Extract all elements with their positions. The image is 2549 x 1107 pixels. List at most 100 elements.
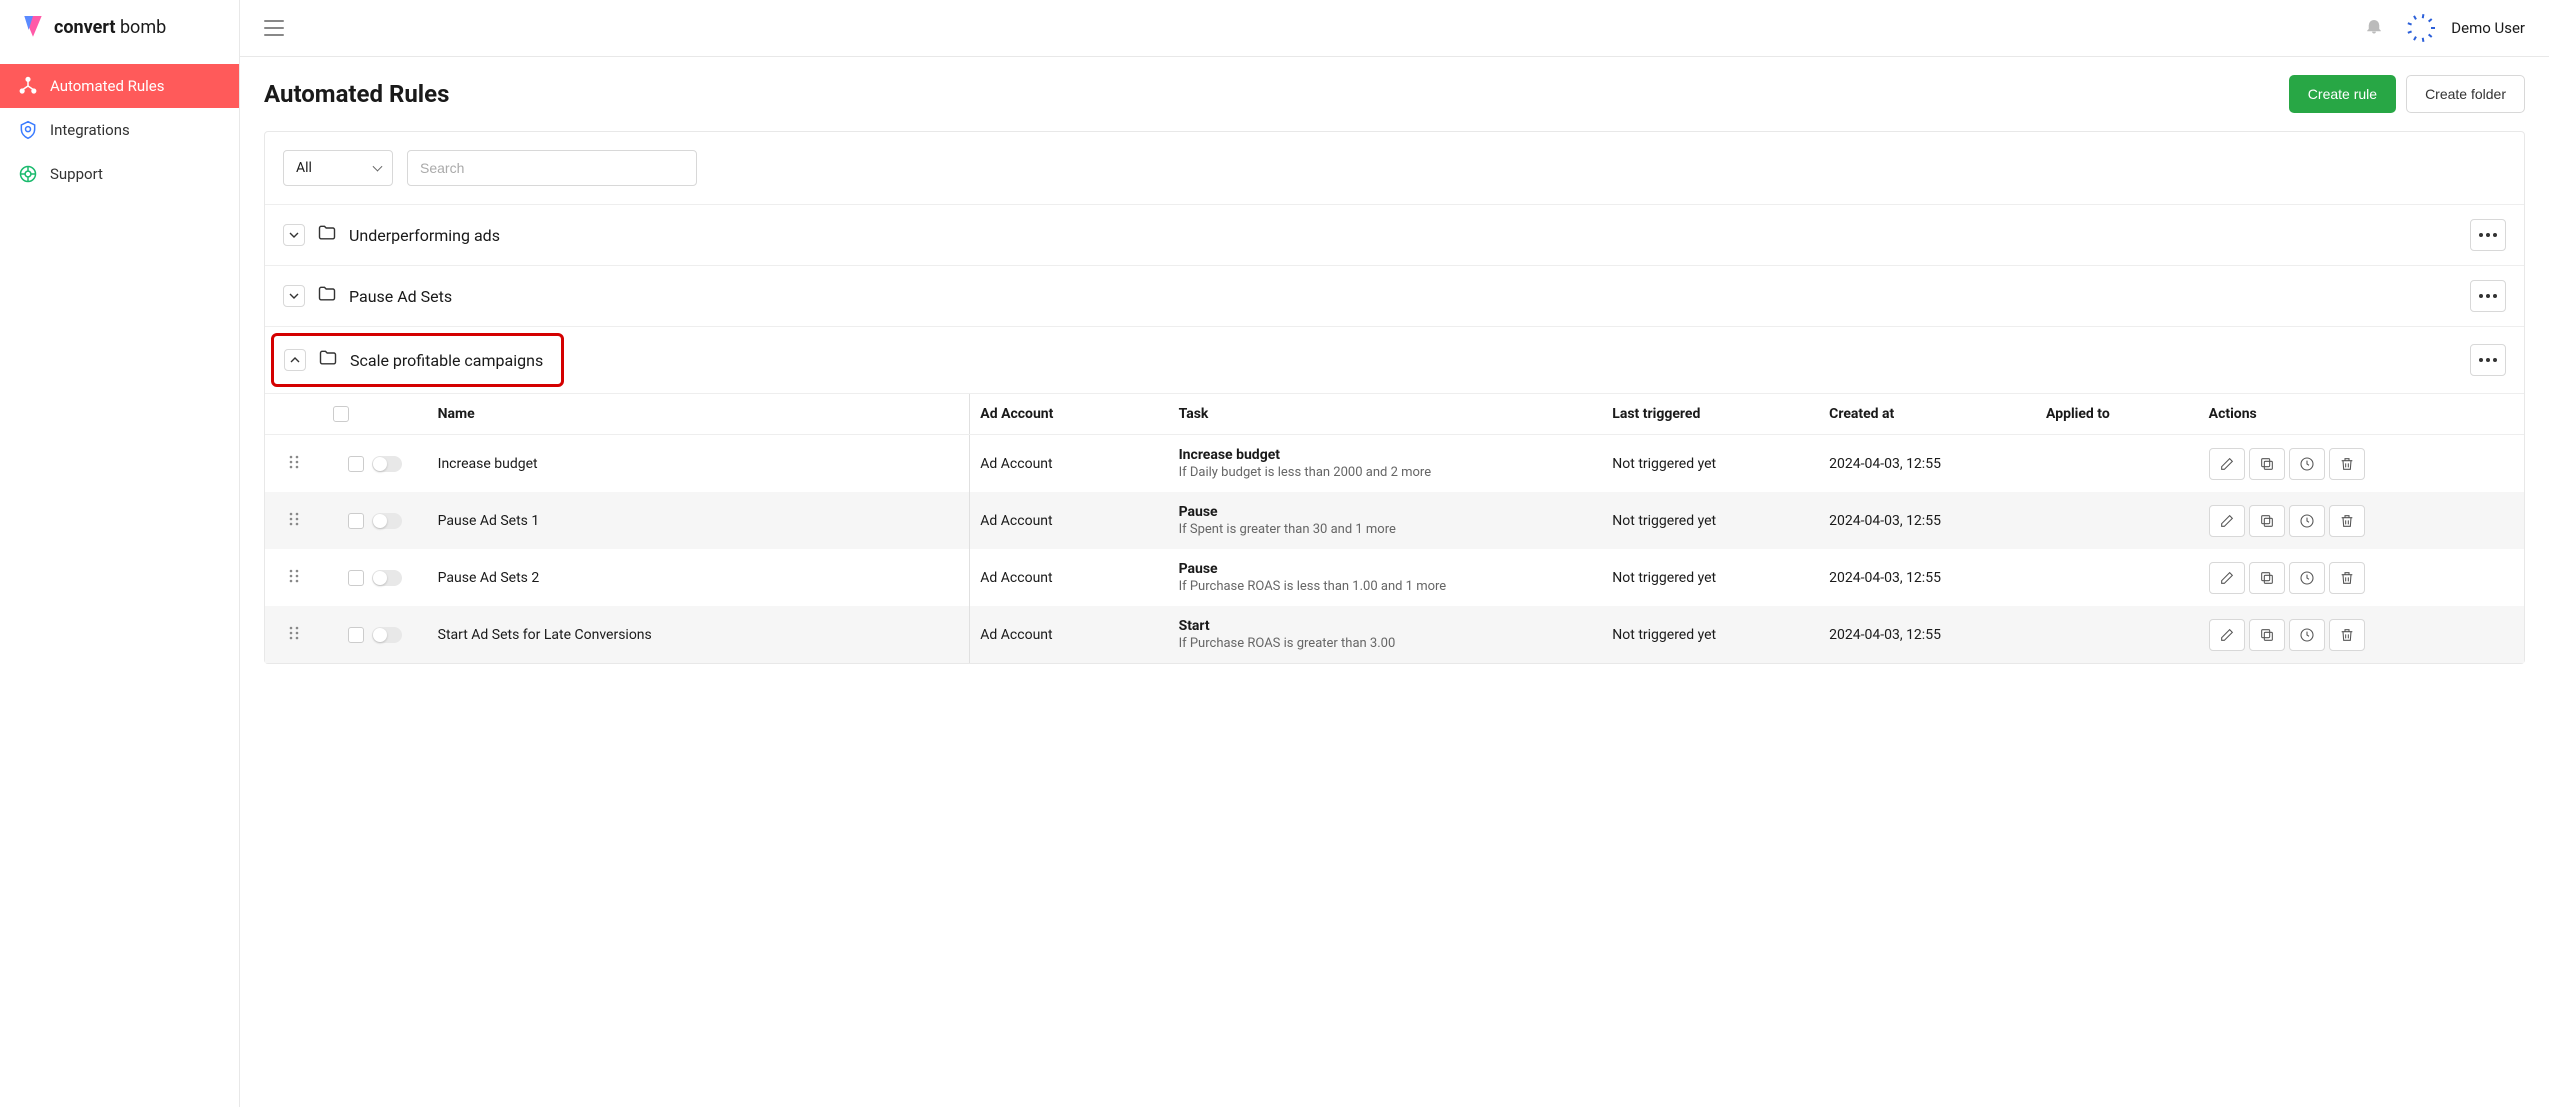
sidebar-item-label: Support [50, 165, 103, 183]
drag-handle-icon[interactable] [265, 549, 323, 606]
folder-icon [317, 223, 337, 247]
delete-button[interactable] [2329, 448, 2365, 480]
copy-icon [2259, 456, 2275, 472]
edit-button[interactable] [2209, 448, 2245, 480]
pencil-icon [2219, 513, 2235, 529]
schedule-button[interactable] [2289, 619, 2325, 651]
duplicate-button[interactable] [2249, 448, 2285, 480]
folder-name[interactable]: Scale profitable campaigns [350, 351, 543, 370]
sidebar-item-label: Automated Rules [50, 77, 165, 95]
filter-select-value: All [283, 150, 393, 186]
row-checkbox[interactable] [348, 570, 364, 586]
trash-icon [2339, 513, 2355, 529]
task-title: Pause [1179, 504, 1593, 520]
expand-toggle[interactable] [283, 224, 305, 246]
col-last-triggered: Last triggered [1602, 394, 1819, 435]
rule-last-triggered: Not triggered yet [1612, 627, 1716, 643]
page-title: Automated Rules [264, 80, 449, 108]
delete-button[interactable] [2329, 505, 2365, 537]
drag-handle-icon[interactable] [265, 435, 323, 493]
row-checkbox[interactable] [348, 513, 364, 529]
rule-name[interactable]: Pause Ad Sets 2 [438, 570, 540, 586]
duplicate-button[interactable] [2249, 619, 2285, 651]
rule-created-at: 2024-04-03, 12:55 [1829, 513, 1941, 529]
schedule-button[interactable] [2289, 505, 2325, 537]
highlighted-folder: Scale profitable campaigns [271, 333, 564, 387]
folder-row: Pause Ad Sets [265, 265, 2524, 326]
rule-name[interactable]: Increase budget [438, 456, 538, 472]
delete-button[interactable] [2329, 619, 2365, 651]
sidebar-item-support[interactable]: Support [0, 152, 239, 196]
delete-button[interactable] [2329, 562, 2365, 594]
notifications-icon[interactable] [2365, 17, 2383, 39]
row-checkbox[interactable] [348, 456, 364, 472]
folder-row: Underperforming ads [265, 204, 2524, 265]
sidebar-item-integrations[interactable]: Integrations [0, 108, 239, 152]
task-desc: If Purchase ROAS is greater than 3.00 [1179, 636, 1593, 651]
task-title: Pause [1179, 561, 1593, 577]
rule-last-triggered: Not triggered yet [1612, 513, 1716, 529]
logo-text: convert bomb [54, 17, 166, 38]
create-folder-button[interactable]: Create folder [2406, 75, 2525, 113]
filter-select[interactable]: All [283, 150, 393, 186]
edit-button[interactable] [2209, 619, 2245, 651]
folder-name[interactable]: Underperforming ads [349, 226, 500, 245]
table-row: Start Ad Sets for Late Conversions Ad Ac… [265, 606, 2524, 663]
row-checkbox[interactable] [348, 627, 364, 643]
sidebar: convert bomb Automated Rules Integration… [0, 0, 240, 1107]
row-toggle[interactable] [372, 513, 402, 529]
clock-icon [2299, 570, 2315, 586]
integrations-icon [18, 120, 38, 140]
pencil-icon [2219, 456, 2235, 472]
drag-handle-icon[interactable] [265, 606, 323, 663]
duplicate-button[interactable] [2249, 562, 2285, 594]
clock-icon [2299, 456, 2315, 472]
user-menu[interactable]: Demo User [2403, 10, 2525, 46]
rule-ad-account: Ad Account [980, 456, 1052, 472]
rule-name[interactable]: Start Ad Sets for Late Conversions [438, 627, 652, 643]
rules-icon [18, 76, 38, 96]
expand-toggle[interactable] [284, 349, 306, 371]
drag-handle-icon[interactable] [265, 492, 323, 549]
schedule-button[interactable] [2289, 562, 2325, 594]
edit-button[interactable] [2209, 505, 2245, 537]
folder-more-button[interactable] [2470, 219, 2506, 251]
task-title: Start [1179, 618, 1593, 634]
create-rule-button[interactable]: Create rule [2289, 75, 2396, 113]
search-input[interactable] [407, 150, 697, 186]
chevron-up-icon [290, 355, 300, 365]
folder-more-button[interactable] [2470, 344, 2506, 376]
rule-last-triggered: Not triggered yet [1612, 456, 1716, 472]
select-all-checkbox[interactable] [333, 406, 349, 422]
expand-toggle[interactable] [283, 285, 305, 307]
row-toggle[interactable] [372, 570, 402, 586]
table-row: Increase budget Ad Account Increase budg… [265, 435, 2524, 493]
clock-icon [2299, 627, 2315, 643]
folder-name[interactable]: Pause Ad Sets [349, 287, 452, 306]
rule-created-at: 2024-04-03, 12:55 [1829, 456, 1941, 472]
table-row: Pause Ad Sets 1 Ad Account Pause If Spen… [265, 492, 2524, 549]
schedule-button[interactable] [2289, 448, 2325, 480]
task-desc: If Purchase ROAS is less than 1.00 and 1… [1179, 579, 1593, 594]
chevron-down-icon [289, 230, 299, 240]
edit-button[interactable] [2209, 562, 2245, 594]
logo[interactable]: convert bomb [0, 0, 239, 54]
clock-icon [2299, 513, 2315, 529]
copy-icon [2259, 570, 2275, 586]
rule-created-at: 2024-04-03, 12:55 [1829, 627, 1941, 643]
logo-icon [20, 16, 46, 38]
rule-created-at: 2024-04-03, 12:55 [1829, 570, 1941, 586]
row-toggle[interactable] [372, 627, 402, 643]
sidebar-item-rules[interactable]: Automated Rules [0, 64, 239, 108]
task-desc: If Spent is greater than 30 and 1 more [1179, 522, 1593, 537]
task-desc: If Daily budget is less than 2000 and 2 … [1179, 465, 1593, 480]
trash-icon [2339, 627, 2355, 643]
rule-name[interactable]: Pause Ad Sets 1 [438, 513, 540, 529]
duplicate-button[interactable] [2249, 505, 2285, 537]
row-toggle[interactable] [372, 456, 402, 472]
folder-more-button[interactable] [2470, 280, 2506, 312]
topbar: Demo User [240, 0, 2549, 57]
avatar-icon [2403, 10, 2439, 46]
task-title: Increase budget [1179, 447, 1593, 463]
menu-toggle-icon[interactable] [264, 20, 284, 36]
